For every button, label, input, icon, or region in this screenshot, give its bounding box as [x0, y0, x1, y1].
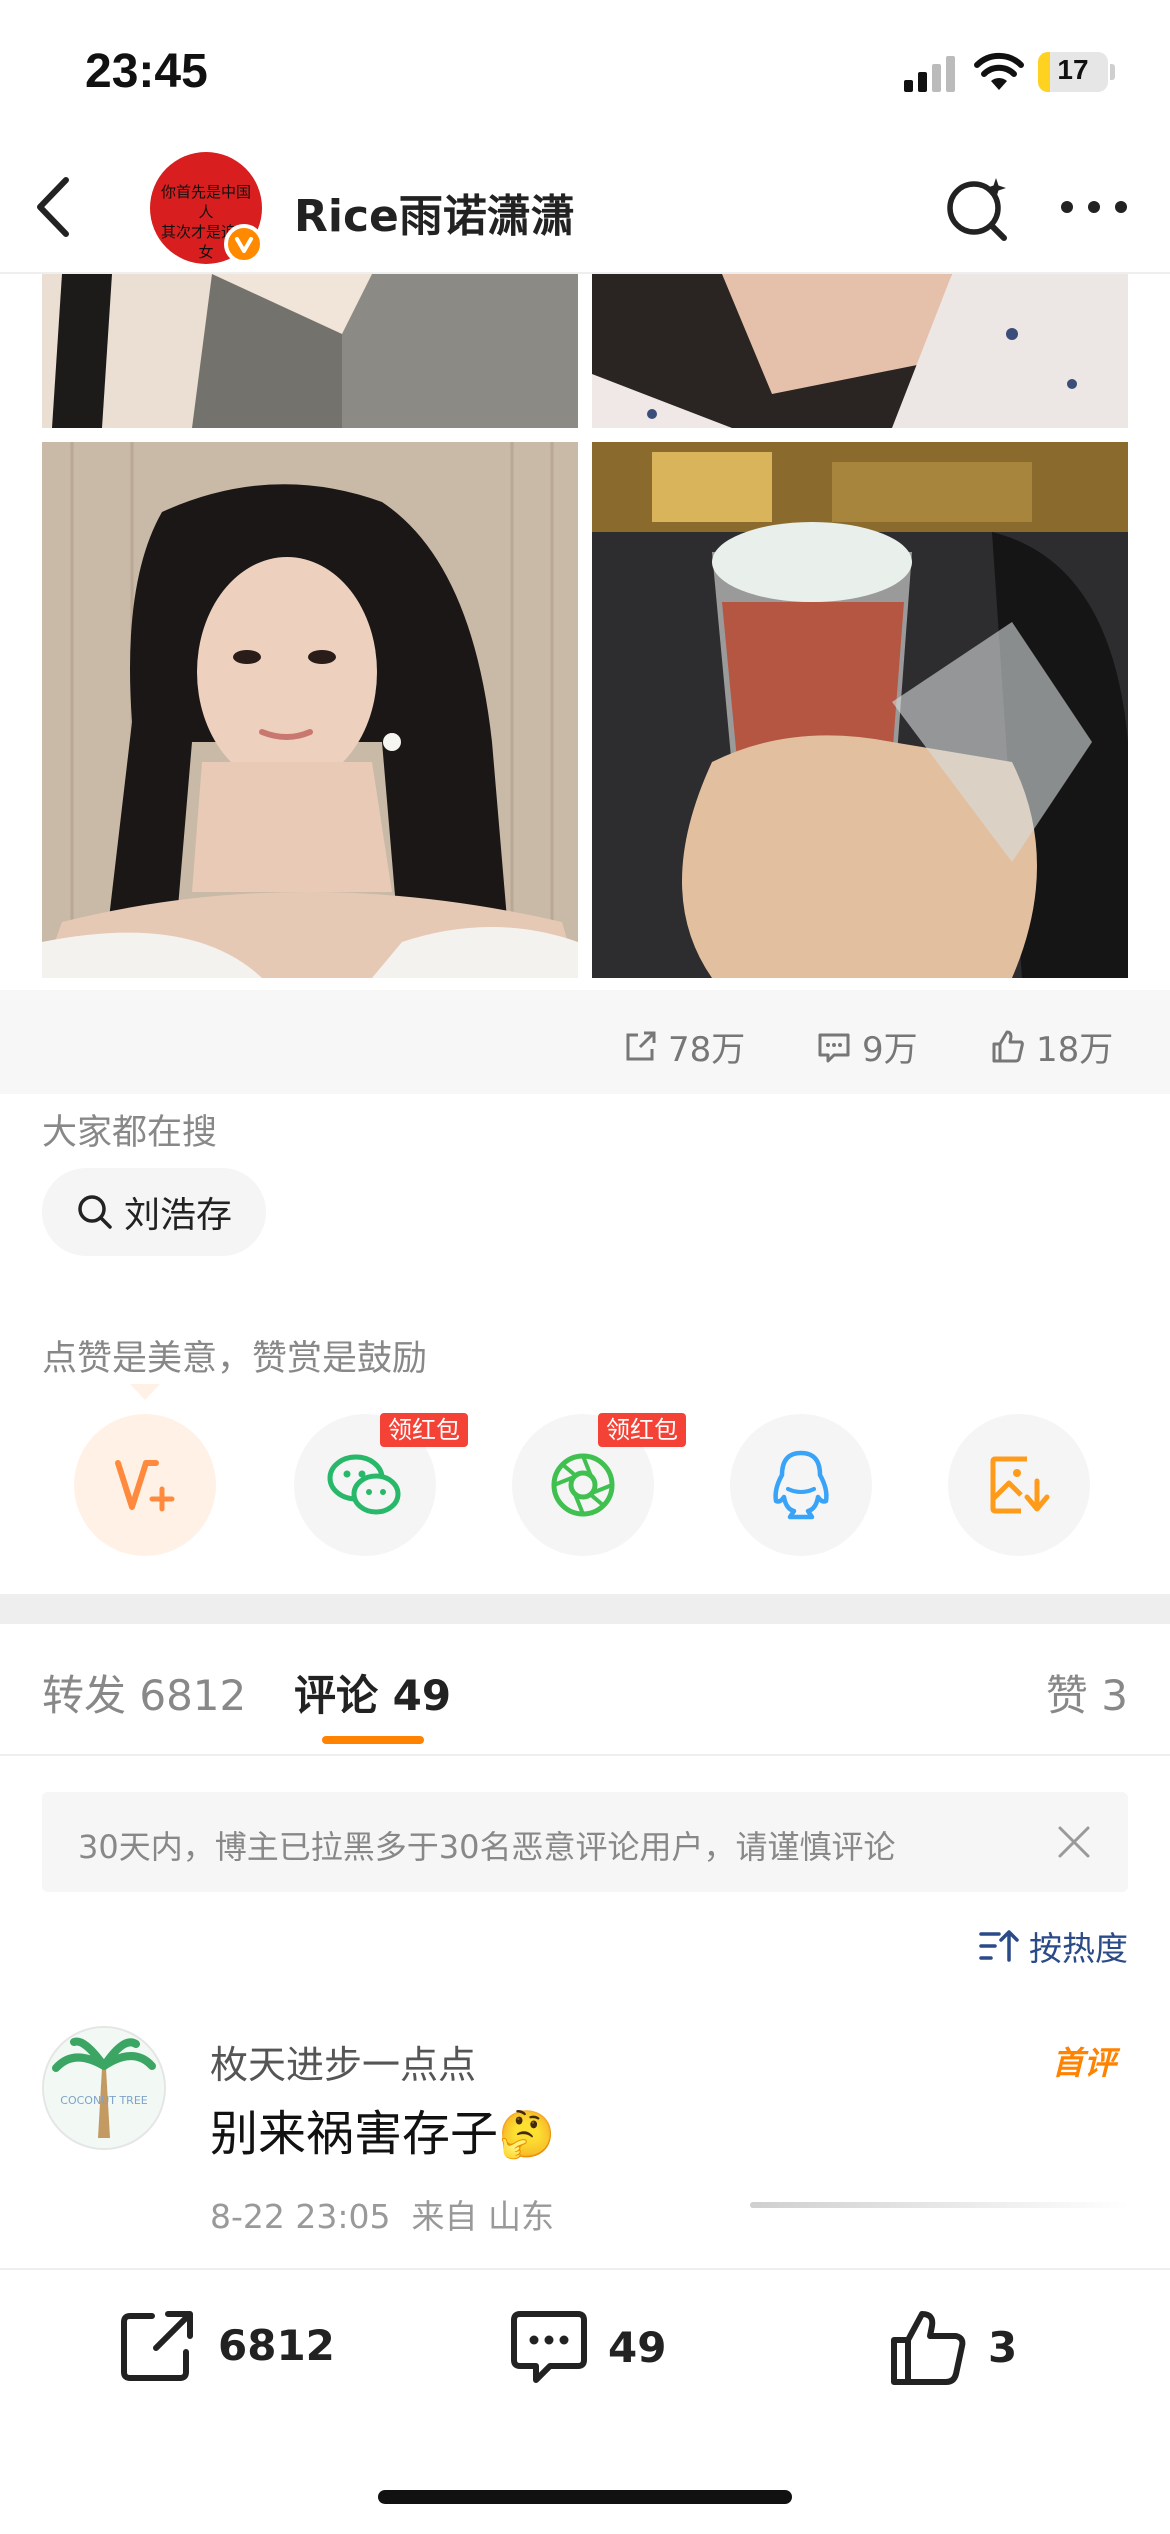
- trending-search-title: 大家都在搜: [42, 1113, 218, 1153]
- status-time: 23:45: [85, 45, 208, 98]
- bottom-repost-count: 6812: [218, 2320, 335, 2370]
- reward-title: 点赞是美意，赞赏是鼓励: [42, 1339, 428, 1379]
- comment-stat[interactable]: 9万: [816, 1022, 918, 1071]
- like-icon: [992, 1030, 1024, 1062]
- sort-icon: [979, 1930, 1019, 1962]
- qq-icon: [773, 1450, 829, 1520]
- sort-by-hot-button[interactable]: 按热度: [979, 1922, 1128, 1970]
- save-image-button[interactable]: [948, 1414, 1090, 1556]
- tabs-divider: [0, 1754, 1170, 1756]
- thinking-emoji: 🤔: [498, 2107, 556, 2161]
- bottom-repost-button[interactable]: 6812: [120, 2308, 335, 2382]
- trending-search-chip[interactable]: 刘浩存: [42, 1168, 266, 1256]
- cellular-signal-icon: [904, 56, 955, 92]
- v-plus-icon: [115, 1460, 175, 1512]
- comment-divider: [750, 2202, 1130, 2208]
- bottom-like-count: 3: [988, 2322, 1018, 2372]
- bottom-comment-count: 49: [608, 2322, 667, 2372]
- sort-label: 按热度: [1029, 1929, 1128, 1968]
- search-icon: [78, 1195, 112, 1229]
- photo-top-left[interactable]: [42, 274, 578, 428]
- repost-icon: [626, 1031, 656, 1060]
- like-stat[interactable]: 18万: [990, 1022, 1113, 1071]
- wechat-red-packet-tag: 领红包: [380, 1413, 468, 1447]
- battery-cap: [1110, 64, 1115, 80]
- comment-body: 别来祸害存子: [210, 2106, 499, 2162]
- comment-text: 别来祸害存子🤔: [210, 2094, 555, 2164]
- first-comment-badge: 首评: [1052, 2044, 1117, 2082]
- bottom-comment-button[interactable]: 49: [510, 2308, 666, 2386]
- share-v-plus-button[interactable]: [74, 1414, 216, 1556]
- back-icon[interactable]: [34, 176, 74, 238]
- active-tab-indicator: [322, 1736, 424, 1744]
- avatar-coconut-text: COCONUT TREE: [60, 2094, 147, 2107]
- commenter-name[interactable]: 枚天进步一点点: [210, 2034, 476, 2089]
- comment-meta: 8-22 23:05 来自 山东: [210, 2197, 554, 2236]
- wifi-icon: [974, 52, 1024, 90]
- trending-search-label: 刘浩存: [123, 1195, 232, 1236]
- moments-icon: [551, 1453, 615, 1517]
- wechat-icon: [327, 1454, 401, 1515]
- repost-icon: [121, 2311, 193, 2381]
- pointer-caret-icon: [130, 1384, 160, 1400]
- photo-drink[interactable]: [592, 442, 1128, 978]
- repost-count: 78万: [668, 1030, 746, 1070]
- moments-red-packet-tag: 领红包: [598, 1413, 686, 1447]
- close-icon[interactable]: [1056, 1824, 1092, 1860]
- thumbs-up-icon: [891, 2311, 966, 2385]
- tab-likes[interactable]: 赞 3: [1046, 1662, 1128, 1723]
- notice-text: 30天内，博主已拉黑多于30名恶意评论用户，请谨慎评论: [78, 1828, 896, 1866]
- share-qq-button[interactable]: [730, 1414, 872, 1556]
- photo-portrait[interactable]: [42, 442, 578, 978]
- comment-notice-banner: 30天内，博主已拉黑多于30名恶意评论用户，请谨慎评论: [42, 1792, 1128, 1892]
- verified-badge-icon: [224, 224, 264, 264]
- commenter-avatar[interactable]: COCONUT TREE: [42, 2026, 166, 2150]
- comment-icon: [511, 2311, 587, 2383]
- home-indicator: [378, 2490, 792, 2504]
- repost-stat[interactable]: 78万: [622, 1022, 745, 1071]
- bottom-like-button[interactable]: 3: [890, 2308, 1017, 2386]
- more-options-icon[interactable]: [1060, 200, 1128, 214]
- search-sparkle-icon[interactable]: [944, 174, 1014, 244]
- battery-indicator: 17: [1038, 52, 1108, 92]
- comment-count: 9万: [862, 1030, 918, 1070]
- comment-icon: [818, 1033, 850, 1062]
- tab-reposts[interactable]: 转发 6812: [42, 1662, 246, 1723]
- like-count: 18万: [1036, 1030, 1114, 1070]
- tab-comments[interactable]: 评论 49: [294, 1662, 451, 1723]
- section-separator: [0, 1594, 1170, 1624]
- save-image-icon: [990, 1456, 1050, 1514]
- author-name[interactable]: Rice雨诺潇潇: [294, 180, 575, 244]
- battery-level: 17: [1057, 54, 1089, 85]
- photo-top-right[interactable]: [592, 274, 1128, 428]
